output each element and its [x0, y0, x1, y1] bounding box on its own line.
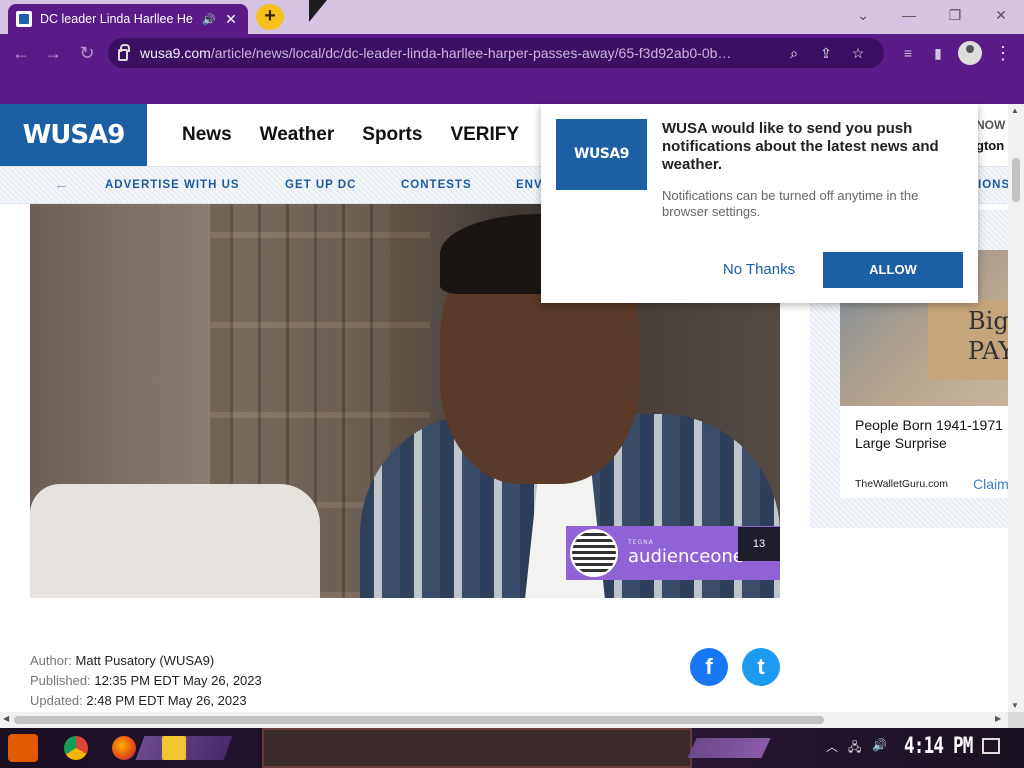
allow-button[interactable]: ALLOW: [823, 252, 963, 288]
volume-icon[interactable]: 🔊: [872, 738, 887, 752]
no-thanks-button[interactable]: No Thanks: [709, 252, 809, 288]
restore-icon[interactable]: ❐: [932, 0, 978, 30]
chrome-icon[interactable]: [64, 736, 88, 760]
reading-list-icon[interactable]: ≡: [896, 42, 920, 64]
published-label: Published:: [30, 673, 91, 688]
nav-right-sublabel[interactable]: gton: [976, 138, 1004, 153]
subnav-advertise[interactable]: ADVERTISE WITH US: [105, 179, 240, 191]
horizontal-scrollbar[interactable]: ◀ ▶: [0, 712, 1008, 728]
ad-sign: Big PAY: [928, 300, 1008, 380]
ad-headline[interactable]: People Born 1941-1971 Large Surprise: [855, 416, 1005, 452]
firefox-icon[interactable]: [112, 736, 136, 760]
tab-close-icon[interactable]: ✕: [222, 11, 240, 28]
audienceone-logo: TEGNA audienceone: [628, 539, 744, 567]
forward-icon[interactable]: →: [40, 41, 66, 65]
video-ad-countdown: 13: [738, 527, 780, 561]
facebook-share-icon[interactable]: f: [690, 648, 728, 686]
vertical-scroll-thumb[interactable]: [1012, 158, 1020, 202]
scrollbar-corner: [1008, 712, 1024, 728]
side-panel-icon[interactable]: ▮: [926, 42, 950, 64]
author-name: Matt Pusatory (WUSA9): [75, 653, 215, 668]
prompt-logo: WUSA9: [556, 119, 647, 190]
nav-verify[interactable]: VERIFY: [450, 124, 519, 146]
browser-toolbar: ← → ↻ wusa9.com/article/news/local/dc/dc…: [0, 34, 1024, 72]
scroll-down-icon[interactable]: ▼: [1011, 701, 1019, 710]
site-favicon-icon: [16, 11, 32, 27]
subnav-env[interactable]: ENV: [516, 179, 543, 191]
tab-title: DC leader Linda Harllee He: [40, 12, 193, 26]
browser-tab-strip: DC leader Linda Harllee He 🔊 ✕ + ⌄ — ❐ ✕: [0, 0, 1024, 34]
horizontal-scroll-thumb[interactable]: [14, 716, 824, 724]
video-laptop: [30, 484, 320, 598]
minimize-icon[interactable]: —: [886, 0, 932, 30]
back-icon[interactable]: ←: [8, 41, 34, 65]
url-text[interactable]: wusa9.com/article/news/local/dc/dc-leade…: [140, 45, 778, 61]
file-explorer-icon[interactable]: [162, 736, 186, 760]
taskbar-clock[interactable]: 4:14 PM: [904, 734, 973, 759]
start-menu-icon[interactable]: [8, 734, 38, 762]
new-tab-button[interactable]: +: [256, 4, 284, 30]
notification-center-icon[interactable]: [982, 738, 1000, 754]
prompt-title: WUSA would like to send you push notific…: [662, 120, 939, 173]
site-logo[interactable]: WUSA9: [0, 104, 147, 166]
twitter-share-icon[interactable]: t: [742, 648, 780, 686]
tab-audio-icon[interactable]: 🔊: [200, 13, 218, 26]
qr-code-icon: [570, 529, 618, 577]
push-notification-prompt: WUSA9 WUSA would like to send you push n…: [541, 104, 978, 303]
network-icon[interactable]: 🖧: [848, 738, 861, 759]
subnav-partial[interactable]: IONS: [978, 179, 1010, 191]
tab-search-icon[interactable]: ⌄: [840, 0, 886, 30]
vertical-scrollbar[interactable]: ▲ ▼: [1008, 104, 1024, 712]
nav-right-label[interactable]: NOW: [976, 118, 1005, 132]
updated-label: Updated:: [30, 693, 83, 708]
ad-source[interactable]: TheWalletGuru.com: [855, 478, 948, 490]
scroll-up-icon[interactable]: ▲: [1011, 106, 1019, 115]
browser-menu-icon[interactable]: ⋮: [994, 40, 1012, 66]
profile-avatar-icon[interactable]: [958, 41, 982, 65]
author-label: Author:: [30, 653, 72, 668]
bookmark-star-icon[interactable]: ☆: [842, 45, 874, 62]
os-taskbar: ︿ 🖧 🔊 4:14 PM: [0, 728, 1024, 768]
page-top-banner: [0, 72, 1024, 104]
nav-sports[interactable]: Sports: [362, 124, 422, 146]
main-nav: News Weather Sports VERIFY: [168, 104, 533, 166]
window-close-icon[interactable]: ✕: [978, 0, 1024, 30]
subnav-back-arrow-icon[interactable]: ←: [54, 176, 69, 193]
address-bar[interactable]: wusa9.com/article/news/local/dc/dc-leade…: [108, 38, 884, 68]
ad-claim-button[interactable]: Claim: [973, 476, 1009, 492]
updated-date: 2:48 PM EDT May 26, 2023: [86, 693, 247, 708]
lock-icon[interactable]: [118, 44, 130, 61]
search-icon[interactable]: ⌕: [778, 45, 810, 62]
taskbar-decoration-right: [687, 738, 771, 758]
subnav-contests[interactable]: CONTESTS: [401, 179, 472, 191]
subnav-get-up-dc[interactable]: GET UP DC: [285, 179, 356, 191]
article-byline: Author: Matt Pusatory (WUSA9) Published:…: [30, 651, 262, 711]
published-date: 12:35 PM EDT May 26, 2023: [94, 673, 262, 688]
share-icon[interactable]: ⇪: [810, 45, 842, 62]
nav-news[interactable]: News: [182, 124, 232, 146]
taskbar-app-thumbnail[interactable]: [262, 728, 692, 768]
tray-expand-icon[interactable]: ︿: [826, 738, 838, 755]
browser-tab-active[interactable]: DC leader Linda Harllee He 🔊 ✕: [8, 4, 248, 34]
nav-weather[interactable]: Weather: [260, 124, 335, 146]
scroll-left-icon[interactable]: ◀: [3, 714, 9, 723]
scroll-right-icon[interactable]: ▶: [995, 714, 1001, 723]
prompt-note: Notifications can be turned off anytime …: [662, 188, 919, 219]
reload-icon[interactable]: ↻: [74, 41, 100, 65]
